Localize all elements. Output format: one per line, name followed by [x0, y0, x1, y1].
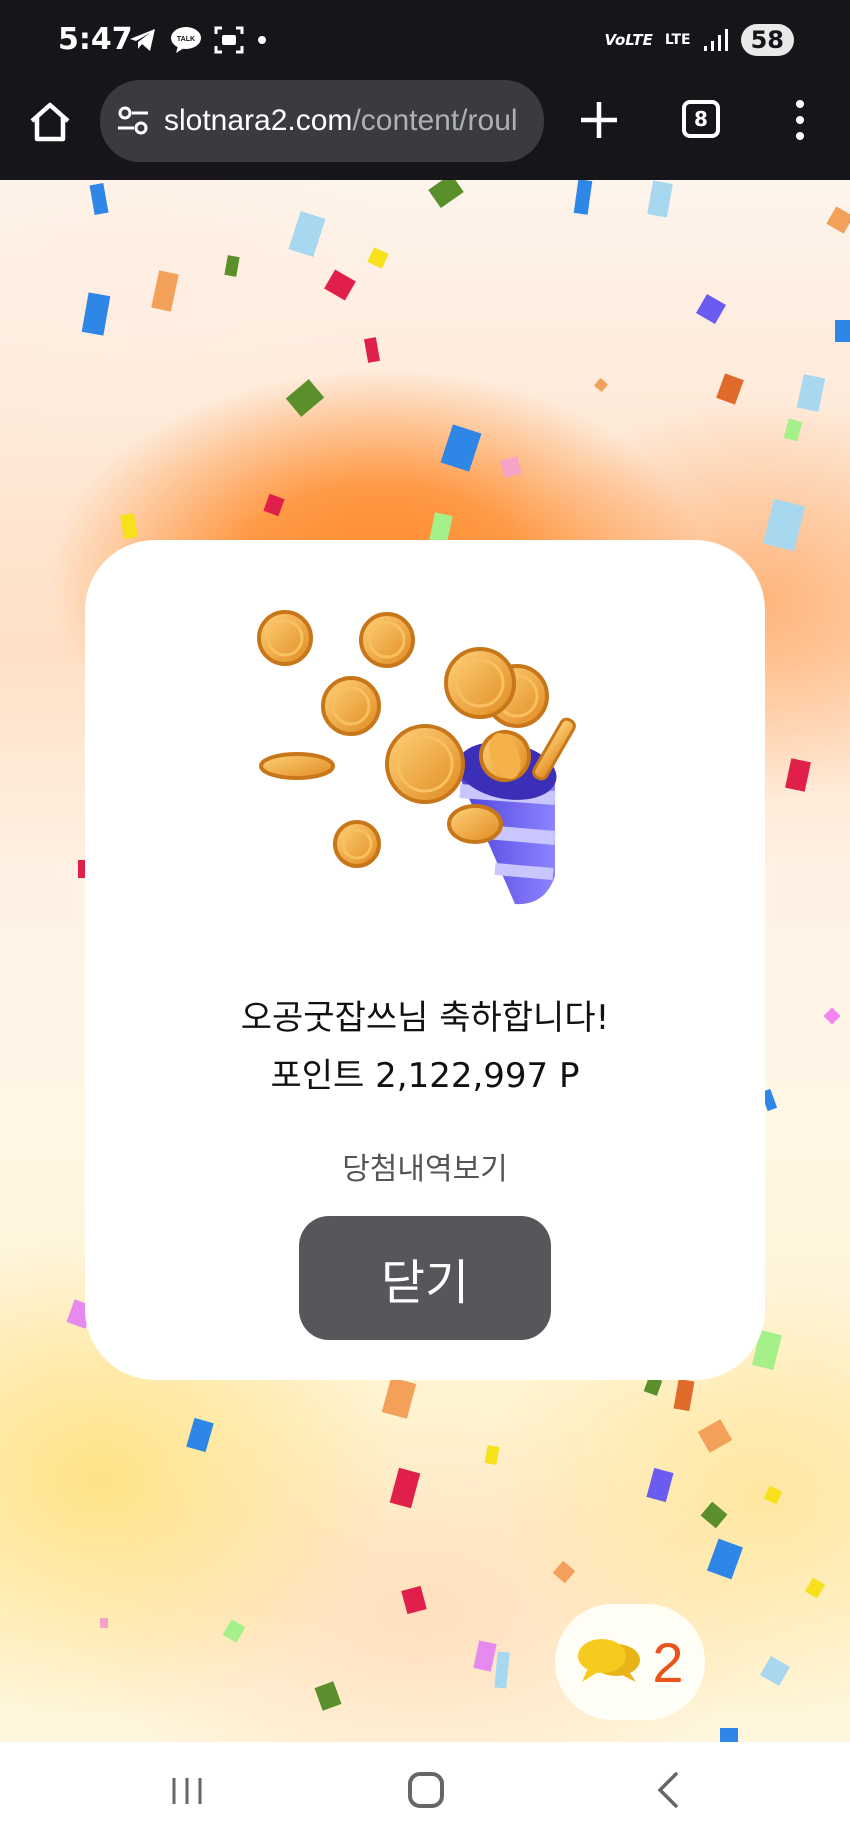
- system-nav-bar: [0, 1742, 850, 1842]
- url-host: slotnara2.com: [164, 104, 353, 137]
- volte-icon: VoLTE: [604, 31, 653, 49]
- status-icons-right: VoLTE LTE 58: [604, 24, 794, 56]
- chat-button[interactable]: 2: [555, 1604, 705, 1720]
- url-path: /content/roul: [352, 104, 518, 137]
- recent-apps-button[interactable]: [170, 1776, 204, 1806]
- win-history-link[interactable]: 당첨내역보기: [85, 1144, 765, 1188]
- back-button[interactable]: [652, 1770, 682, 1810]
- menu-dot-icon: [796, 116, 804, 124]
- points-amount: 포인트 2,122,997 P: [270, 1056, 580, 1096]
- kakaotalk-icon: TALK: [171, 27, 201, 53]
- site-settings-icon: [118, 106, 148, 135]
- roulette-page: 오공굿잡쓰님 축하합니다! 포인트 2,122,997 P 당첨내역보기 닫기 …: [0, 180, 850, 1742]
- battery-indicator: 58: [740, 24, 794, 56]
- browser-toolbar: slotnara2.com/content/roul 8: [0, 80, 850, 180]
- chat-bubbles-icon: [578, 1639, 641, 1682]
- party-popper-coins-icon: [257, 610, 576, 905]
- telegram-icon: [130, 29, 155, 51]
- signal-icon: [703, 29, 728, 51]
- chat-unread-count: 2: [652, 1630, 684, 1694]
- menu-dot-icon: [796, 100, 804, 108]
- home-button[interactable]: [26, 98, 74, 146]
- tab-switcher-button[interactable]: 8: [682, 100, 720, 138]
- dot-icon: [258, 36, 266, 44]
- home-nav-button[interactable]: [408, 1772, 444, 1808]
- screenshot-icon: [214, 26, 244, 54]
- home-icon: [30, 102, 70, 142]
- url-text: slotnara2.com/content/roul: [164, 104, 518, 138]
- status-bar: 5:47 TALK VoLTE LTE 58: [0, 0, 850, 80]
- more-menu-button[interactable]: [786, 96, 814, 144]
- new-tab-button[interactable]: [575, 96, 623, 144]
- svg-text:TALK: TALK: [177, 36, 195, 43]
- url-bar[interactable]: slotnara2.com/content/roul: [100, 80, 544, 162]
- status-time: 5:47: [58, 22, 133, 57]
- congrats-message: 오공굿잡쓰님 축하합니다!: [240, 998, 610, 1038]
- reward-modal: 오공굿잡쓰님 축하합니다! 포인트 2,122,997 P 당첨내역보기 닫기: [85, 540, 765, 1380]
- status-icons-left: TALK: [128, 26, 268, 54]
- lte-icon: LTE: [664, 32, 691, 48]
- menu-dot-icon: [796, 132, 804, 140]
- close-button[interactable]: 닫기: [299, 1216, 551, 1340]
